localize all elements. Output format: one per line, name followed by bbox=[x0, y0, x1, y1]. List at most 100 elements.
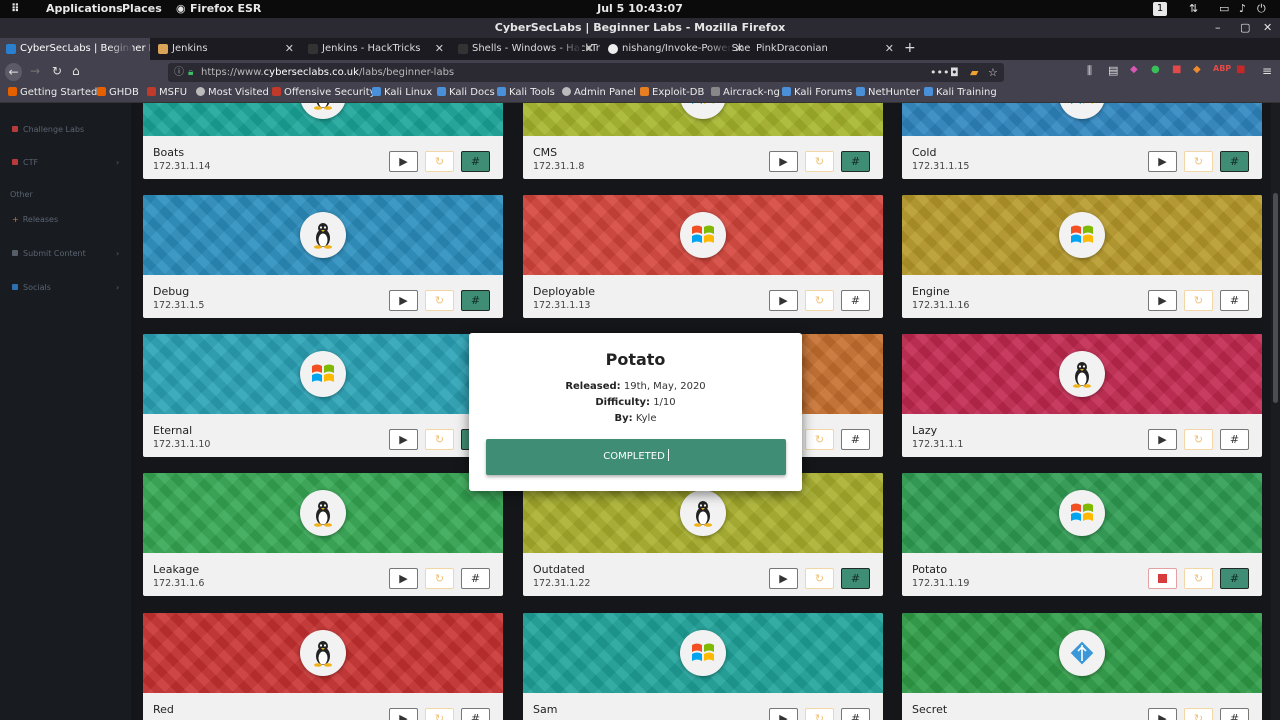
submit-flag-button[interactable]: # bbox=[1220, 568, 1249, 589]
bookmark-kali-forums[interactable]: Kali Forums bbox=[782, 87, 852, 98]
reset-lab-button[interactable]: ↻ bbox=[1184, 429, 1213, 450]
tab-pinkdraconian[interactable]: PinkDraconian ✕ bbox=[752, 38, 900, 60]
bookmark-kali-training[interactable]: Kali Training bbox=[924, 87, 997, 98]
reset-lab-button[interactable]: ↻ bbox=[1184, 290, 1213, 311]
lab-card-deployable[interactable]: Deployable 172.31.1.13 ▶ ↻ # bbox=[523, 195, 883, 318]
reset-lab-button[interactable]: ↻ bbox=[1184, 151, 1213, 172]
reset-lab-button[interactable]: ↻ bbox=[425, 568, 454, 589]
submit-flag-button[interactable]: # bbox=[1220, 290, 1249, 311]
page-scrollbar[interactable] bbox=[1271, 103, 1280, 720]
close-tab-icon[interactable]: ✕ bbox=[735, 38, 744, 60]
addon-icon[interactable]: ■ bbox=[1172, 64, 1181, 75]
new-tab-icon[interactable]: + bbox=[904, 40, 916, 56]
start-lab-button[interactable]: ▶ bbox=[389, 429, 418, 450]
maximize-icon[interactable]: ▢ bbox=[1240, 18, 1250, 38]
bookmark-ghdb[interactable]: GHDB bbox=[97, 87, 139, 98]
submit-flag-button[interactable]: # bbox=[841, 708, 870, 720]
bookmark-nethunter[interactable]: NetHunter bbox=[856, 87, 920, 98]
reset-lab-button[interactable]: ↻ bbox=[805, 568, 834, 589]
start-lab-button[interactable]: ▶ bbox=[769, 568, 798, 589]
minimize-icon[interactable]: – bbox=[1215, 18, 1221, 38]
close-tab-icon[interactable]: ✕ bbox=[885, 38, 894, 60]
start-lab-button[interactable]: ▶ bbox=[389, 568, 418, 589]
close-tab-icon[interactable]: ✕ bbox=[585, 38, 594, 60]
volume-icon[interactable]: ♪ bbox=[1239, 2, 1246, 15]
submit-flag-button[interactable]: # bbox=[1220, 429, 1249, 450]
start-lab-button[interactable]: ▶ bbox=[389, 708, 418, 720]
bookmark-getting-started[interactable]: Getting Started bbox=[8, 87, 97, 98]
submit-flag-button[interactable]: # bbox=[461, 151, 490, 172]
sidebar-toggle-icon[interactable]: ▤ bbox=[1108, 64, 1118, 77]
submit-flag-button[interactable]: # bbox=[461, 290, 490, 311]
clock[interactable]: Jul 5 10:43:07 bbox=[0, 2, 1280, 15]
close-window-icon[interactable]: ✕ bbox=[1263, 18, 1272, 38]
bookmark-kali-tools[interactable]: Kali Tools bbox=[497, 87, 555, 98]
bookmark-admin-panel[interactable]: Admin Panel bbox=[562, 87, 636, 98]
lab-card-eternal[interactable]: Eternal172.31.1.10▶↻# bbox=[143, 334, 503, 457]
reset-lab-button[interactable]: ↻ bbox=[425, 708, 454, 720]
reset-lab-button[interactable]: ↻ bbox=[425, 429, 454, 450]
lab-card-sam[interactable]: Sam ▶ ↻ # bbox=[523, 613, 883, 720]
reset-lab-button[interactable]: ↻ bbox=[425, 151, 454, 172]
page-actions-icon[interactable]: ••• bbox=[930, 63, 949, 82]
start-lab-button[interactable]: ▶ bbox=[389, 151, 418, 172]
lab-card-lazy[interactable]: Lazy 172.31.1.1 ▶ ↻ # bbox=[902, 334, 1262, 457]
bookmark-offensive-security[interactable]: Offensive Security bbox=[272, 87, 376, 98]
start-lab-button[interactable]: ▶ bbox=[1148, 429, 1177, 450]
submit-flag-button[interactable]: # bbox=[841, 290, 870, 311]
lock-icon[interactable]: 🔒︎ bbox=[188, 63, 193, 82]
bookmark-kali-linux[interactable]: Kali Linux bbox=[372, 87, 432, 98]
power-icon[interactable]: ⏻ bbox=[1257, 2, 1266, 16]
addon-icon[interactable]: ● bbox=[1151, 64, 1160, 75]
scrollbar-thumb[interactable] bbox=[1273, 193, 1278, 403]
bookmark-star-icon[interactable]: ☆ bbox=[988, 63, 998, 82]
start-lab-button[interactable]: ▶ bbox=[769, 151, 798, 172]
network-icon[interactable]: ⇅ bbox=[1189, 2, 1198, 15]
reset-lab-button[interactable]: ↻ bbox=[805, 708, 834, 720]
bookmark-most-visited[interactable]: Most Visited bbox=[196, 87, 269, 98]
submit-flag-button[interactable]: # bbox=[1220, 151, 1249, 172]
submit-flag-button[interactable]: # bbox=[841, 429, 870, 450]
abp-icon[interactable]: ABP bbox=[1213, 64, 1231, 73]
start-lab-button[interactable]: ▶ bbox=[1148, 151, 1177, 172]
close-tab-icon[interactable]: ✕ bbox=[285, 38, 294, 60]
reset-lab-button[interactable]: ↻ bbox=[1184, 568, 1213, 589]
pocket-icon[interactable]: ◘ bbox=[950, 63, 959, 82]
sidebar-item-socials[interactable]: Socials › bbox=[12, 283, 119, 292]
addon-icon[interactable]: ■ bbox=[1236, 64, 1245, 75]
sidebar-item-ctf[interactable]: CTF › bbox=[12, 158, 119, 167]
lab-card-potato[interactable]: Potato 172.31.1.19 ↻ # bbox=[902, 473, 1262, 596]
reset-lab-button[interactable]: ↻ bbox=[1184, 708, 1213, 720]
lab-card-debug[interactable]: Debug 172.31.1.5 ▶ ↻ # bbox=[143, 195, 503, 318]
site-info-icon[interactable]: ⓘ bbox=[174, 63, 184, 82]
lab-card-cold[interactable]: Cold 172.31.1.15 ▶ ↻ # bbox=[902, 103, 1262, 179]
start-lab-button[interactable]: ▶ bbox=[769, 708, 798, 720]
back-icon[interactable]: ← bbox=[5, 63, 22, 81]
reset-lab-button[interactable]: ↻ bbox=[805, 290, 834, 311]
tab-shells-windows[interactable]: Shells - Windows - HackTricks ✕ bbox=[452, 38, 600, 60]
reset-lab-button[interactable]: ↻ bbox=[425, 290, 454, 311]
reset-lab-button[interactable]: ↻ bbox=[805, 429, 834, 450]
start-lab-button[interactable]: ▶ bbox=[1148, 708, 1177, 720]
lab-card-engine[interactable]: Engine 172.31.1.16 ▶ ↻ # bbox=[902, 195, 1262, 318]
lab-card-red[interactable]: Red ▶ ↻ # bbox=[143, 613, 503, 720]
lab-card-leakage[interactable]: Leakage 172.31.1.6 ▶ ↻ # bbox=[143, 473, 503, 596]
stop-lab-button[interactable] bbox=[1148, 568, 1177, 589]
bookmark-kali-docs[interactable]: Kali Docs bbox=[437, 87, 495, 98]
addon-icon[interactable]: ◆ bbox=[1193, 64, 1201, 75]
bookmark-aircrack-ng[interactable]: Aircrack-ng bbox=[711, 87, 780, 98]
sidebar-item-submit-content[interactable]: Submit Content › bbox=[12, 249, 119, 258]
tab-jenkins-hacktricks[interactable]: Jenkins - HackTricks ✕ bbox=[302, 38, 450, 60]
forward-icon[interactable]: → bbox=[30, 64, 40, 78]
reset-lab-button[interactable]: ↻ bbox=[805, 151, 834, 172]
library-icon[interactable]: ⫼ bbox=[1087, 64, 1092, 78]
tab-jenkins[interactable]: Jenkins ✕ bbox=[152, 38, 300, 60]
lab-card-cms[interactable]: CMS 172.31.1.8 ▶ ↻ # bbox=[523, 103, 883, 179]
completed-flag-input[interactable]: COMPLETED bbox=[486, 439, 786, 475]
bookmark-exploit-db[interactable]: Exploit-DB bbox=[640, 87, 704, 98]
reload-icon[interactable]: ↻ bbox=[52, 64, 62, 78]
tab-cyberseclabs[interactable]: CyberSecLabs | Beginner Labs bbox=[0, 38, 150, 60]
home-icon[interactable]: ⌂ bbox=[72, 64, 80, 78]
url-bar[interactable]: ⓘ 🔒︎ https://www.cyberseclabs.co.uk/labs… bbox=[168, 63, 1004, 82]
start-lab-button[interactable]: ▶ bbox=[389, 290, 418, 311]
